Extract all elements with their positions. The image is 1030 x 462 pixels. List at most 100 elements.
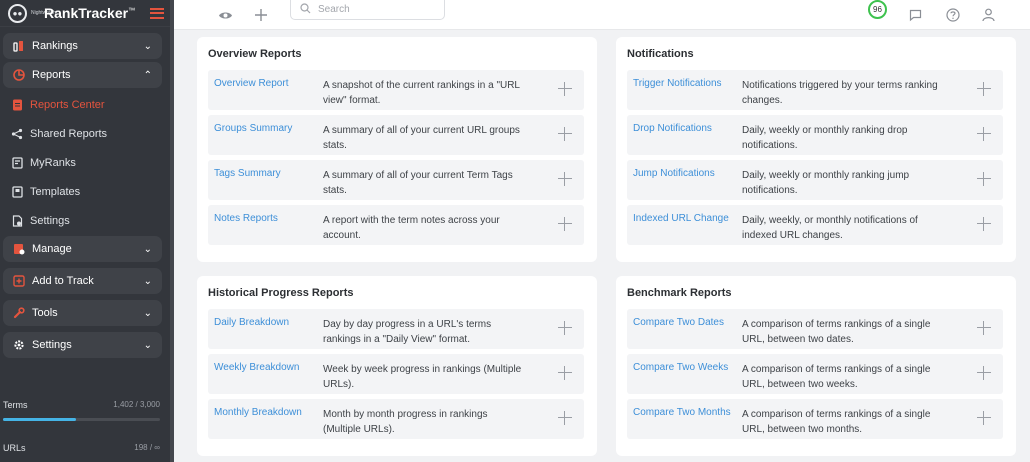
report-link[interactable]: Notes Reports: [214, 213, 278, 224]
chevron-down-icon: ⌄: [143, 339, 152, 351]
eye-icon[interactable]: [217, 7, 233, 23]
sidebar-item-reports[interactable]: Reports ⌃: [3, 62, 162, 88]
chat-icon[interactable]: [907, 7, 923, 23]
urls-label: URLs: [3, 443, 26, 453]
report-row[interactable]: Trigger Notifications Notifications trig…: [627, 70, 1003, 110]
search-input[interactable]: [318, 4, 438, 15]
sidebar-item-label: Settings: [30, 214, 70, 227]
sidebar-item-templates[interactable]: Templates: [0, 177, 174, 206]
report-link[interactable]: Weekly Breakdown: [214, 362, 299, 373]
user-icon[interactable]: [980, 7, 996, 23]
myranks-icon: [11, 156, 23, 169]
add-report-plus-icon[interactable]: [977, 127, 991, 141]
report-link[interactable]: Trigger Notifications: [633, 78, 722, 89]
report-row[interactable]: Overview Report A snapshot of the curren…: [208, 70, 584, 110]
report-description: A report with the term notes across your…: [323, 215, 500, 241]
sidebar-item-reports-center[interactable]: Reports Center: [0, 90, 174, 119]
report-row[interactable]: Groups Summary A summary of all of your …: [208, 115, 584, 155]
add-icon[interactable]: [253, 7, 269, 23]
report-link[interactable]: Jump Notifications: [633, 168, 715, 179]
add-report-plus-icon[interactable]: [977, 321, 991, 335]
card-title: Historical Progress Reports: [208, 287, 354, 299]
help-icon[interactable]: [945, 7, 961, 23]
sidebar-item-label: Shared Reports: [30, 127, 108, 140]
search-box[interactable]: [290, 0, 445, 20]
terms-label: Terms: [3, 400, 28, 410]
report-link[interactable]: Indexed URL Change: [633, 213, 729, 224]
tools-icon: [12, 306, 26, 320]
card-title: Benchmark Reports: [627, 287, 732, 299]
report-link[interactable]: Groups Summary: [214, 123, 292, 134]
add-track-icon: [12, 274, 26, 288]
sidebar-item-add-to-track[interactable]: Add to Track ⌄: [3, 268, 162, 294]
sidebar-item-tools[interactable]: Tools ⌄: [3, 300, 162, 326]
sidebar-item-label: Reports: [32, 69, 71, 81]
sidebar-scrollbar[interactable]: [170, 0, 174, 462]
sidebar-item-label: Add to Track: [32, 275, 94, 287]
top-bar: 96: [174, 0, 1030, 30]
sidebar: ●● Nightwatch RankTracker™ Rankings ⌄ Re…: [0, 0, 174, 462]
chevron-down-icon: ⌄: [143, 243, 152, 255]
logo-small-text: Nightwatch: [31, 9, 56, 16]
sidebar-item-manage[interactable]: Manage ⌄: [3, 236, 162, 262]
report-row[interactable]: Notes Reports A report with the term not…: [208, 205, 584, 245]
report-row[interactable]: Drop Notifications Daily, weekly or mont…: [627, 115, 1003, 155]
report-description: Daily, weekly or monthly ranking drop no…: [742, 125, 908, 151]
report-row[interactable]: Tags Summary A summary of all of your cu…: [208, 160, 584, 200]
sidebar-item-label: Manage: [32, 243, 72, 255]
search-icon: [300, 1, 311, 19]
sidebar-item-label: Templates: [30, 185, 81, 198]
hamburger-menu-icon[interactable]: [150, 7, 164, 19]
report-link[interactable]: Tags Summary: [214, 168, 281, 179]
report-link[interactable]: Drop Notifications: [633, 123, 712, 134]
add-report-plus-icon[interactable]: [558, 172, 572, 186]
terms-meter: Terms 1,402 / 3,000: [0, 400, 170, 421]
add-report-plus-icon[interactable]: [558, 217, 572, 231]
sidebar-item-shared-reports[interactable]: Shared Reports: [0, 119, 174, 148]
sidebar-item-label: Rankings: [32, 40, 78, 52]
add-report-plus-icon[interactable]: [558, 127, 572, 141]
report-row[interactable]: Compare Two Months A comparison of terms…: [627, 399, 1003, 439]
report-row[interactable]: Indexed URL Change Daily, weekly, or mon…: [627, 205, 1003, 245]
add-report-plus-icon[interactable]: [558, 321, 572, 335]
report-link[interactable]: Compare Two Months: [633, 407, 731, 418]
add-report-plus-icon[interactable]: [558, 82, 572, 96]
report-row[interactable]: Compare Two Weeks A comparison of terms …: [627, 354, 1003, 394]
report-row[interactable]: Compare Two Dates A comparison of terms …: [627, 309, 1003, 349]
terms-progress-fill: [3, 418, 77, 421]
add-report-plus-icon[interactable]: [977, 82, 991, 96]
report-row[interactable]: Daily Breakdown Day by day progress in a…: [208, 309, 584, 349]
report-row[interactable]: Weekly Breakdown Week by week progress i…: [208, 354, 584, 394]
sidebar-item-myranks[interactable]: MyRanks: [0, 148, 174, 177]
sidebar-item-label: Tools: [32, 307, 58, 319]
sidebar-item-report-settings[interactable]: Settings: [0, 206, 174, 235]
sidebar-item-settings[interactable]: Settings ⌄: [3, 332, 162, 358]
report-link[interactable]: Overview Report: [214, 78, 288, 89]
add-report-plus-icon[interactable]: [977, 172, 991, 186]
terms-progress-bar: [3, 418, 160, 421]
health-score-badge[interactable]: 96: [868, 0, 887, 19]
report-link[interactable]: Compare Two Weeks: [633, 362, 728, 373]
report-row[interactable]: Jump Notifications Daily, weekly or mont…: [627, 160, 1003, 200]
sidebar-item-label: Reports Center: [30, 98, 105, 111]
report-link[interactable]: Monthly Breakdown: [214, 407, 302, 418]
report-link[interactable]: Daily Breakdown: [214, 317, 289, 328]
logo-text[interactable]: RankTracker™: [44, 5, 135, 21]
sidebar-item-rankings[interactable]: Rankings ⌄: [3, 33, 162, 59]
card-title: Overview Reports: [208, 48, 302, 60]
terms-value: 1,402 / 3,000: [113, 400, 160, 409]
report-description: Day by day progress in a URL's terms ran…: [323, 319, 492, 345]
add-report-plus-icon[interactable]: [977, 217, 991, 231]
report-link[interactable]: Compare Two Dates: [633, 317, 724, 328]
add-report-plus-icon[interactable]: [558, 411, 572, 425]
report-row[interactable]: Monthly Breakdown Month by month progres…: [208, 399, 584, 439]
add-report-plus-icon[interactable]: [977, 366, 991, 380]
report-description: Daily, weekly or monthly ranking jump no…: [742, 170, 910, 196]
rankings-icon: [12, 39, 26, 53]
add-report-plus-icon[interactable]: [977, 411, 991, 425]
reports-icon: [12, 68, 26, 82]
report-description: A summary of all of your current Term Ta…: [323, 170, 513, 196]
add-report-plus-icon[interactable]: [558, 366, 572, 380]
urls-meter: URLs 198 / ∞: [0, 443, 170, 453]
report-description: A comparison of terms rankings of a sing…: [742, 409, 931, 435]
